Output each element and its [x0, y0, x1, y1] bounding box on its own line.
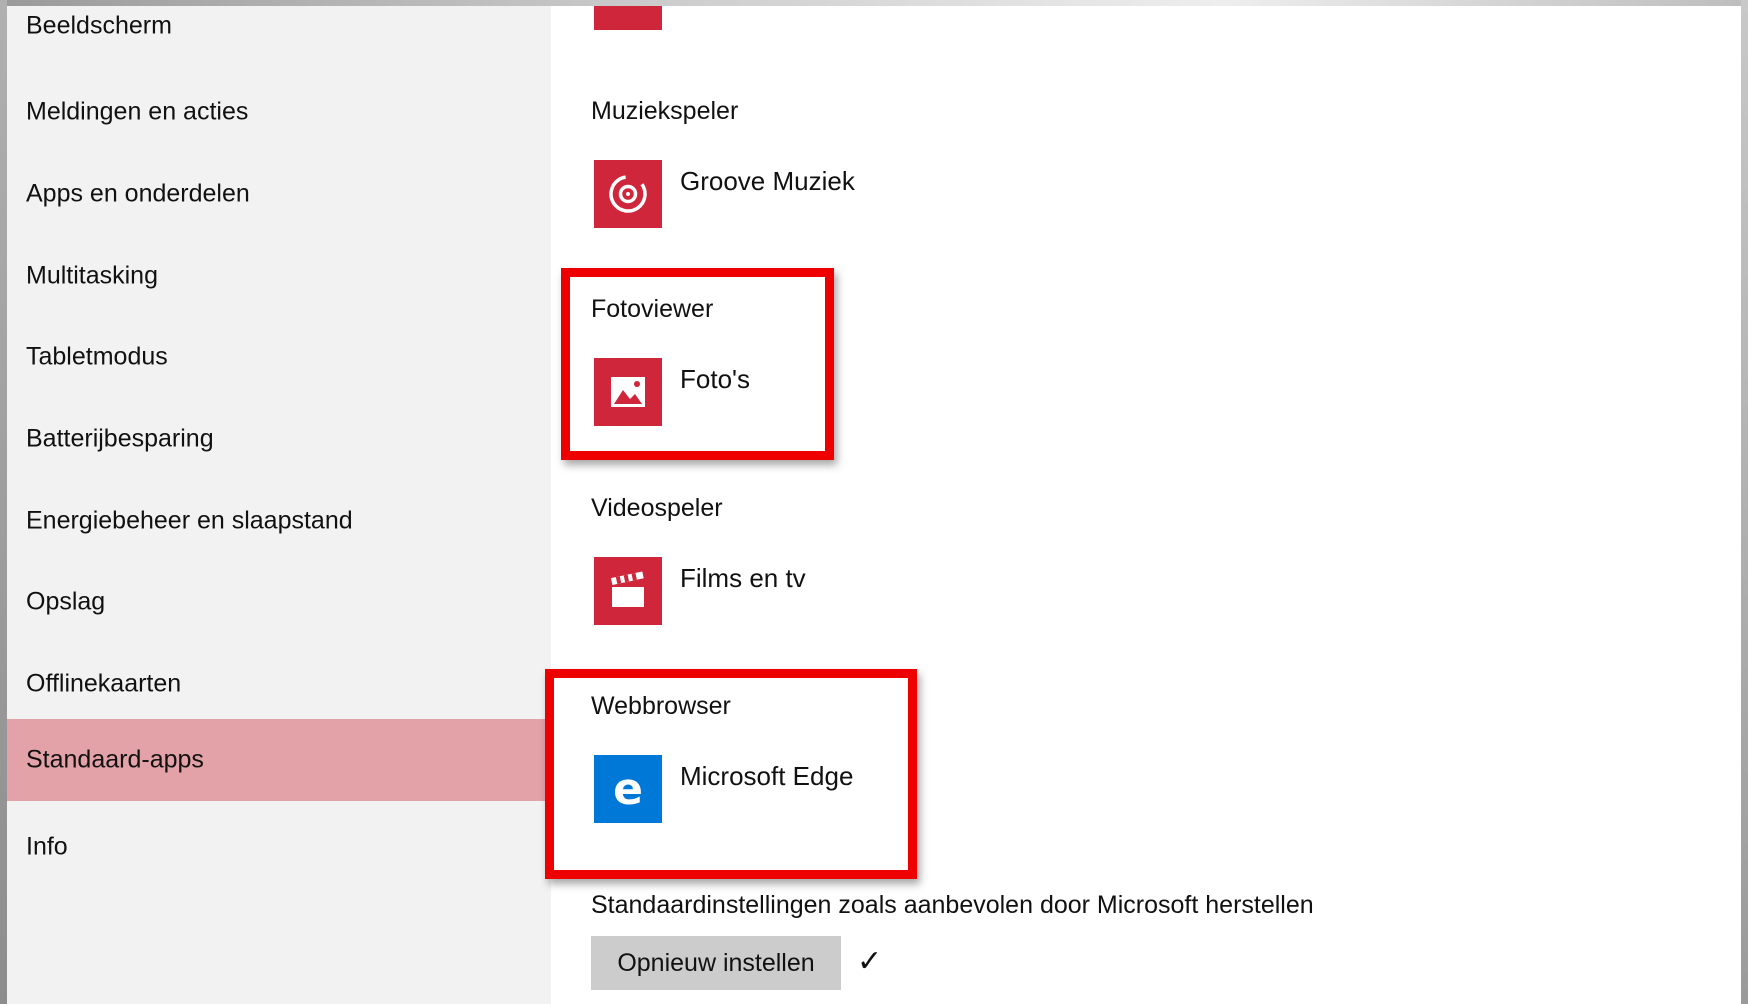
reset-description: Standaardinstellingen zoals aanbevolen d…	[591, 891, 1314, 919]
sidebar-item-label: Energiebeheer en slaapstand	[26, 506, 353, 535]
sidebar-item-beeldscherm[interactable]: Beeldscherm	[7, 6, 551, 46]
window-right-edge	[1741, 0, 1748, 1004]
sidebar-item-label: Opslag	[26, 587, 106, 616]
section-title-muziekspeler: Muziekspeler	[591, 97, 739, 125]
app-tile-icon	[594, 6, 662, 30]
webbrowser-highlight-box	[545, 669, 917, 879]
sidebar-item-label: Meldingen en acties	[26, 97, 249, 126]
sidebar-item-standaard-apps[interactable]: Standaard-apps	[7, 719, 551, 801]
app-selector-muziekspeler[interactable]: Groove Muziek	[594, 160, 894, 228]
default-apps-panel: Muziekspeler Groove Muziek Fotoviewer Fo…	[545, 6, 1741, 1004]
sidebar-item-multitasking[interactable]: Multitasking	[7, 235, 551, 317]
sidebar-item-label: Offlinekaarten	[26, 669, 182, 698]
sidebar-item-offlinekaarten[interactable]: Offlinekaarten	[7, 643, 551, 725]
sidebar-item-label: Beeldscherm	[26, 11, 172, 40]
fotoviewer-highlight-box	[561, 268, 834, 460]
settings-sidebar: Beeldscherm Meldingen en acties Apps en …	[7, 6, 551, 1004]
sidebar-item-info[interactable]: Info	[7, 806, 551, 888]
sidebar-item-label: Info	[26, 832, 68, 861]
groove-music-icon	[594, 160, 662, 228]
window-left-edge	[0, 0, 7, 1004]
sidebar-item-label: Apps en onderdelen	[26, 179, 250, 208]
sidebar-item-meldingen-en-acties[interactable]: Meldingen en acties	[7, 71, 551, 153]
reset-button[interactable]: Opnieuw instellen	[591, 936, 841, 990]
sidebar-item-label: Batterijbesparing	[26, 424, 214, 453]
sidebar-item-label: Tabletmodus	[26, 342, 168, 371]
films-tv-icon	[594, 557, 662, 625]
sidebar-item-batterijbesparing[interactable]: Batterijbesparing	[7, 398, 551, 480]
section-title-videospeler: Videospeler	[591, 494, 723, 522]
sidebar-item-tabletmodus[interactable]: Tabletmodus	[7, 316, 551, 398]
sidebar-item-energiebeheer-en-slaapstand[interactable]: Energiebeheer en slaapstand	[7, 480, 551, 562]
sidebar-item-label: Standaard-apps	[26, 745, 204, 774]
sidebar-item-apps-en-onderdelen[interactable]: Apps en onderdelen	[7, 153, 551, 235]
app-selector-videospeler[interactable]: Films en tv	[594, 557, 854, 625]
app-name-films-en-tv: Films en tv	[680, 563, 806, 593]
sidebar-item-opslag[interactable]: Opslag	[7, 561, 551, 643]
sidebar-item-label: Multitasking	[26, 261, 158, 290]
app-name-groove-muziek: Groove Muziek	[680, 166, 855, 196]
checkmark-icon: ✓	[857, 945, 883, 978]
previous-app-tile[interactable]	[594, 6, 662, 30]
